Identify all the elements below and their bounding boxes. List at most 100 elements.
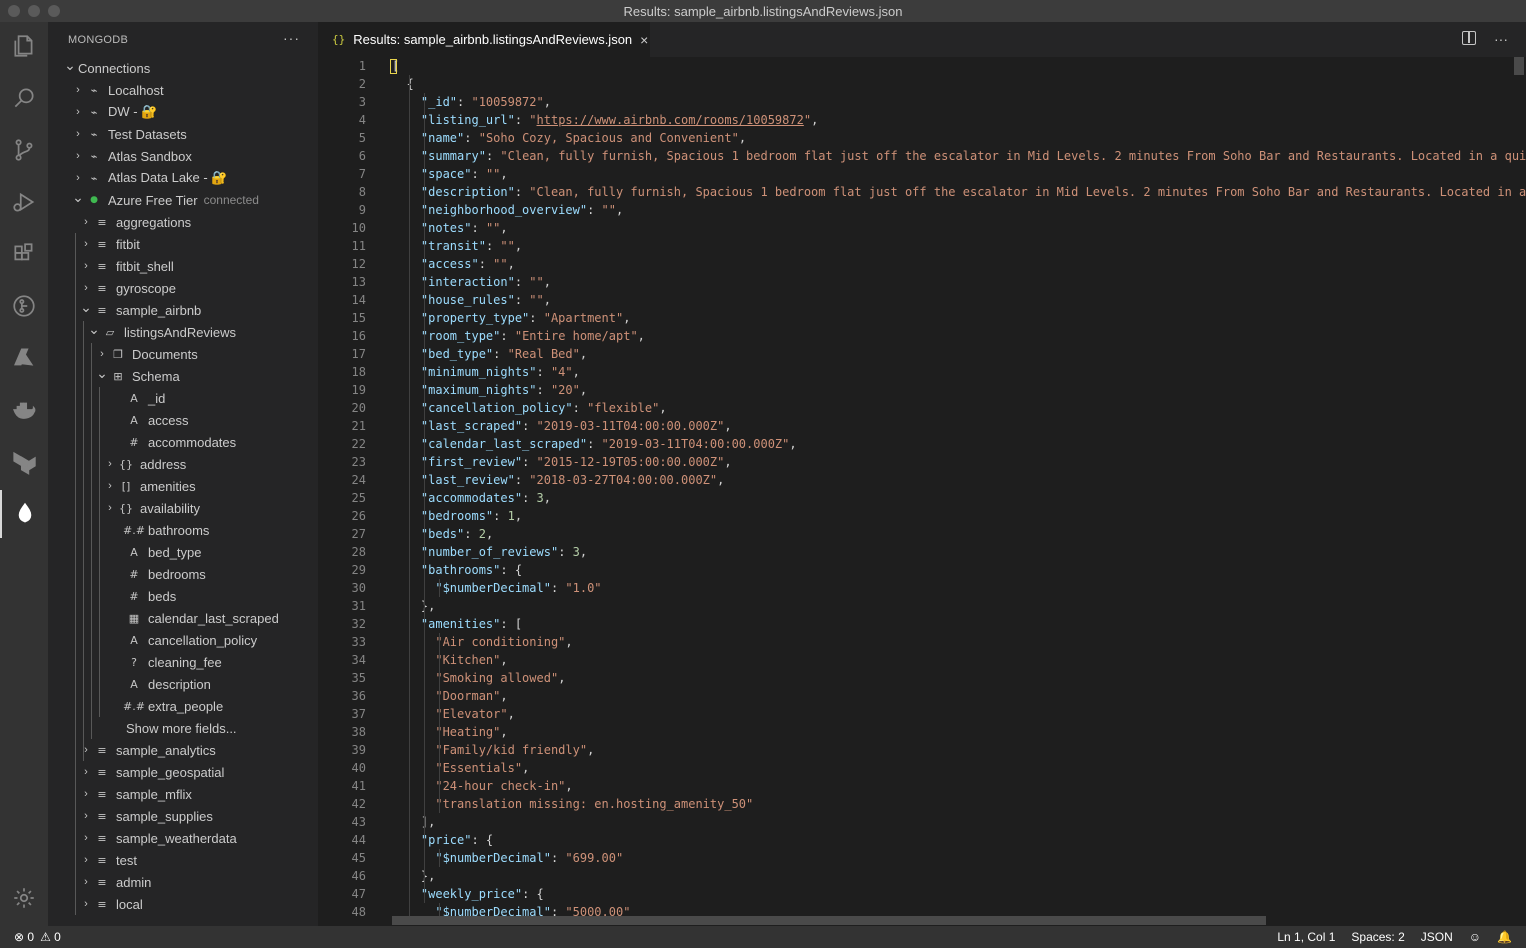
split-editor-icon[interactable]	[1462, 31, 1476, 45]
tree-item[interactable]: #.# bathrooms	[48, 519, 318, 541]
source-control-button[interactable]	[0, 126, 48, 174]
code-line[interactable]: 11 "transit": "",	[318, 237, 1526, 255]
chevron-right-icon[interactable]: ›	[102, 456, 118, 472]
tree-item[interactable]: ›{} address	[48, 453, 318, 475]
code-line[interactable]: 24 "last_review": "2018-03-27T04:00:00.0…	[318, 471, 1526, 489]
code-line[interactable]: 38 "Heating",	[318, 723, 1526, 741]
code-line[interactable]: 10 "notes": "",	[318, 219, 1526, 237]
cursor-position[interactable]: Ln 1, Col 1	[1277, 930, 1335, 944]
tree-item[interactable]: ›[] amenities	[48, 475, 318, 497]
code-line[interactable]: 13 "interaction": "",	[318, 273, 1526, 291]
chevron-down-icon[interactable]: ⌄	[70, 189, 86, 205]
warnings-indicator[interactable]: ⚠ 0	[40, 930, 61, 944]
tab-results-json[interactable]: {} Results: sample_airbnb.listingsAndRev…	[318, 22, 650, 57]
chevron-right-icon[interactable]: ›	[94, 346, 110, 362]
tree-item[interactable]: › ≡ fitbit_shell	[48, 255, 318, 277]
tree-item[interactable]: Adescription	[48, 673, 318, 695]
chevron-right-icon[interactable]: ›	[78, 874, 94, 890]
code-line[interactable]: 8 "description": "Clean, fully furnish, …	[318, 183, 1526, 201]
chevron-down-icon[interactable]: ⌄	[78, 299, 94, 315]
indentation-setting[interactable]: Spaces: 2	[1351, 930, 1404, 944]
code-line[interactable]: 32 "amenities": [	[318, 615, 1526, 633]
chevron-down-icon[interactable]: ⌄	[94, 365, 110, 381]
code-line[interactable]: 23 "first_review": "2015-12-19T05:00:00.…	[318, 453, 1526, 471]
chevron-down-icon[interactable]: ⌄	[62, 57, 78, 73]
chevron-right-icon[interactable]: ›	[78, 852, 94, 868]
notifications-bell-icon[interactable]: 🔔	[1497, 930, 1512, 944]
code-line[interactable]: 40 "Essentials",	[318, 759, 1526, 777]
code-line[interactable]: 35 "Smoking allowed",	[318, 669, 1526, 687]
code-line[interactable]: 42 "translation missing: en.hosting_amen…	[318, 795, 1526, 813]
tree-item[interactable]: # bedrooms	[48, 563, 318, 585]
chevron-right-icon[interactable]: ›	[70, 126, 86, 142]
code-line[interactable]: 15 "property_type": "Apartment",	[318, 309, 1526, 327]
code-line[interactable]: 31 },	[318, 597, 1526, 615]
maximize-window-button[interactable]	[48, 5, 60, 17]
chevron-right-icon[interactable]: ›	[70, 104, 86, 120]
horizontal-scrollbar[interactable]	[392, 916, 1266, 925]
vertical-scroll-thumb[interactable]	[1514, 57, 1524, 75]
settings-button[interactable]	[0, 874, 48, 922]
chevron-right-icon[interactable]: ›	[78, 808, 94, 824]
code-line[interactable]: 18 "minimum_nights": "4",	[318, 363, 1526, 381]
code-line[interactable]: 44 "price": {	[318, 831, 1526, 849]
tree-item[interactable]: ⌄ Connections	[48, 57, 318, 79]
code-line[interactable]: 16 "room_type": "Entire home/apt",	[318, 327, 1526, 345]
close-window-button[interactable]	[8, 5, 20, 17]
run-debug-button[interactable]	[0, 178, 48, 226]
azure-button[interactable]	[0, 334, 48, 382]
code-line[interactable]: 34 "Kitchen",	[318, 651, 1526, 669]
tree-item[interactable]: › ⌁ Atlas Data Lake - 🔐	[48, 167, 318, 189]
code-line[interactable]: 43 ],	[318, 813, 1526, 831]
explorer-button[interactable]	[0, 22, 48, 70]
tree-item[interactable]: › ≡ aggregations	[48, 211, 318, 233]
search-button[interactable]	[0, 74, 48, 122]
code-line[interactable]: 4 "listing_url": "https://www.airbnb.com…	[318, 111, 1526, 129]
code-line[interactable]: 41 "24-hour check-in",	[318, 777, 1526, 795]
chevron-right-icon[interactable]: ›	[78, 280, 94, 296]
sidebar-more-button[interactable]: ···	[283, 30, 300, 46]
tree-item[interactable]: ? cleaning_fee	[48, 651, 318, 673]
tree-item[interactable]: › ❐ Documents	[48, 343, 318, 365]
tree-item[interactable]: › ≡ sample_analytics	[48, 739, 318, 761]
code-line[interactable]: 36 "Doorman",	[318, 687, 1526, 705]
chevron-right-icon[interactable]: ›	[78, 258, 94, 274]
tree-item[interactable]: › ⌁ Atlas Sandbox	[48, 145, 318, 167]
vertical-scrollbar[interactable]	[1512, 57, 1526, 926]
code-line[interactable]: 12 "access": "",	[318, 255, 1526, 273]
tree-item[interactable]: › ≡ sample_mflix	[48, 783, 318, 805]
tree-item[interactable]: › ≡ local	[48, 893, 318, 915]
chevron-right-icon[interactable]: ›	[78, 830, 94, 846]
tree-item[interactable]: #.# extra_people	[48, 695, 318, 717]
code-line[interactable]: 7 "space": "",	[318, 165, 1526, 183]
code-line[interactable]: 27 "beds": 2,	[318, 525, 1526, 543]
code-line[interactable]: 37 "Elevator",	[318, 705, 1526, 723]
window-controls[interactable]	[8, 5, 60, 17]
tree-item[interactable]: › ≡ admin	[48, 871, 318, 893]
code-line[interactable]: 3 "_id": "10059872",	[318, 93, 1526, 111]
code-line[interactable]: 17 "bed_type": "Real Bed",	[318, 345, 1526, 363]
tree-item[interactable]: Aaccess	[48, 409, 318, 431]
tree-item[interactable]: ›{} availability	[48, 497, 318, 519]
code-line[interactable]: 26 "bedrooms": 1,	[318, 507, 1526, 525]
code-line[interactable]: 45 "$numberDecimal": "699.00"	[318, 849, 1526, 867]
code-line[interactable]: 25 "accommodates": 3,	[318, 489, 1526, 507]
code-line[interactable]: 28 "number_of_reviews": 3,	[318, 543, 1526, 561]
code-line[interactable]: 5 "name": "Soho Cozy, Spacious and Conve…	[318, 129, 1526, 147]
tree-item[interactable]: ▦ calendar_last_scraped	[48, 607, 318, 629]
tree-item[interactable]: ⌄ ≡ sample_airbnb	[48, 299, 318, 321]
extensions-button[interactable]	[0, 230, 48, 278]
code-line[interactable]: 14 "house_rules": "",	[318, 291, 1526, 309]
code-line[interactable]: 33 "Air conditioning",	[318, 633, 1526, 651]
chevron-right-icon[interactable]: ›	[78, 896, 94, 912]
tree-item[interactable]: › ≡ fitbit	[48, 233, 318, 255]
tree-item[interactable]: ⌄ ▱ listingsAndReviews	[48, 321, 318, 343]
tree-item[interactable]: › ⌁ Localhost	[48, 79, 318, 101]
code-line[interactable]: 6 "summary": "Clean, fully furnish, Spac…	[318, 147, 1526, 165]
gitlens-button[interactable]	[0, 282, 48, 330]
tree-item[interactable]: ⌄ ● Azure Free Tier connected	[48, 189, 318, 211]
code-line[interactable]: 22 "calendar_last_scraped": "2019-03-11T…	[318, 435, 1526, 453]
code-line[interactable]: 20 "cancellation_policy": "flexible",	[318, 399, 1526, 417]
chevron-right-icon[interactable]: ›	[70, 148, 86, 164]
chevron-down-icon[interactable]: ⌄	[86, 321, 102, 337]
